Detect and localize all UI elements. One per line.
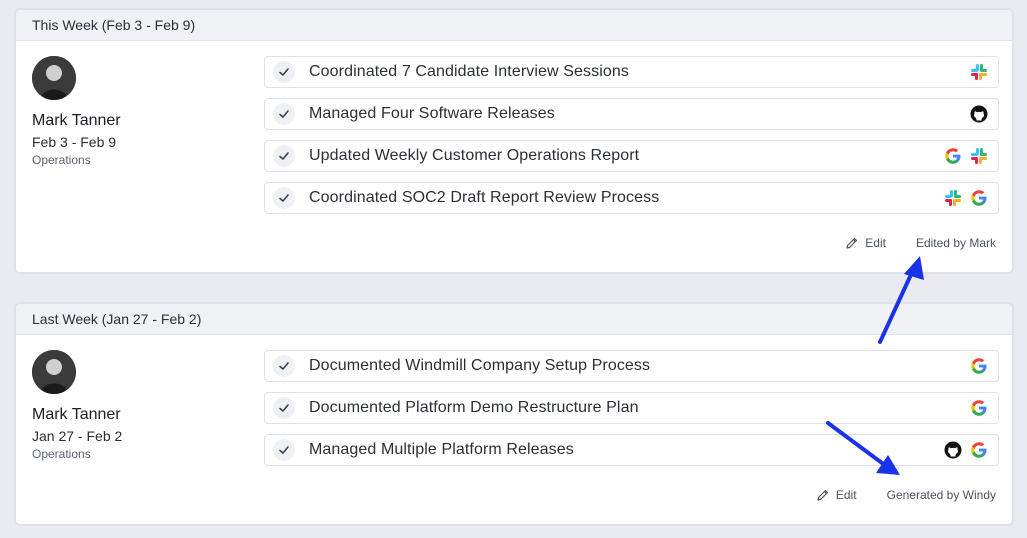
item-text: Coordinated SOC2 Draft Report Review Pro… — [309, 189, 660, 206]
person-department: Operations — [32, 447, 91, 461]
check-icon — [273, 103, 295, 125]
week-card-this-week: This Week (Feb 3 - Feb 9) Mark Tanner Fe… — [14, 8, 1014, 274]
avatar — [32, 56, 76, 100]
item-text: Documented Windmill Company Setup Proces… — [309, 357, 651, 374]
person-department: Operations — [32, 153, 91, 167]
github-icon — [970, 105, 988, 123]
pencil-icon — [846, 237, 858, 249]
list-item[interactable]: Updated Weekly Customer Operations Repor… — [264, 140, 999, 172]
person-name: Mark Tanner — [32, 112, 121, 129]
pencil-icon — [817, 489, 829, 501]
google-icon — [945, 148, 961, 164]
accomplishment-list: Documented Windmill Company Setup Proces… — [264, 350, 999, 476]
list-item[interactable]: Coordinated SOC2 Draft Report Review Pro… — [264, 182, 999, 214]
card-footer: Edit Edited by Mark — [845, 236, 996, 250]
check-icon — [273, 61, 295, 83]
attribution-text: Generated by Windy — [886, 488, 996, 502]
card-footer: Edit Generated by Windy — [816, 488, 996, 502]
slack-icon — [945, 190, 961, 206]
edit-label: Edit — [865, 236, 886, 250]
google-icon — [971, 190, 987, 206]
list-item[interactable]: Coordinated 7 Candidate Interview Sessio… — [264, 56, 999, 88]
person-dates: Jan 27 - Feb 2 — [32, 428, 123, 444]
person-name: Mark Tanner — [32, 406, 121, 423]
google-icon — [971, 400, 987, 416]
attribution-text: Edited by Mark — [915, 236, 996, 250]
github-icon — [944, 441, 962, 459]
list-item[interactable]: Managed Four Software Releases — [264, 98, 999, 130]
edit-button[interactable]: Edit — [816, 488, 857, 502]
person-dates: Feb 3 - Feb 9 — [32, 134, 117, 150]
edit-label: Edit — [835, 488, 857, 502]
google-icon — [971, 442, 987, 458]
slack-icon — [971, 64, 987, 80]
list-item[interactable]: Documented Windmill Company Setup Proces… — [264, 350, 999, 382]
week-header: Last Week (Jan 27 - Feb 2) — [16, 304, 1012, 335]
week-card-last-week: Last Week (Jan 27 - Feb 2) Mark Tanner J… — [14, 302, 1014, 526]
check-icon — [273, 355, 295, 377]
check-icon — [273, 397, 295, 419]
item-text: Documented Platform Demo Restructure Pla… — [309, 399, 639, 416]
accomplishment-list: Coordinated 7 Candidate Interview Sessio… — [264, 56, 999, 224]
google-icon — [971, 358, 987, 374]
item-text: Coordinated 7 Candidate Interview Sessio… — [309, 63, 629, 80]
list-item[interactable]: Managed Multiple Platform Releases — [264, 434, 999, 466]
week-header: This Week (Feb 3 - Feb 9) — [16, 10, 1012, 41]
check-icon — [273, 187, 295, 209]
item-text: Managed Multiple Platform Releases — [309, 441, 574, 458]
item-text: Managed Four Software Releases — [309, 105, 555, 122]
profile: Mark Tanner Jan 27 - Feb 2 Operations — [32, 350, 122, 461]
profile: Mark Tanner Feb 3 - Feb 9 Operations — [32, 56, 121, 167]
edit-button[interactable]: Edit — [845, 236, 886, 250]
check-icon — [273, 145, 295, 167]
avatar — [32, 350, 76, 394]
check-icon — [273, 439, 295, 461]
item-text: Updated Weekly Customer Operations Repor… — [309, 147, 640, 164]
slack-icon — [971, 148, 987, 164]
list-item[interactable]: Documented Platform Demo Restructure Pla… — [264, 392, 999, 424]
